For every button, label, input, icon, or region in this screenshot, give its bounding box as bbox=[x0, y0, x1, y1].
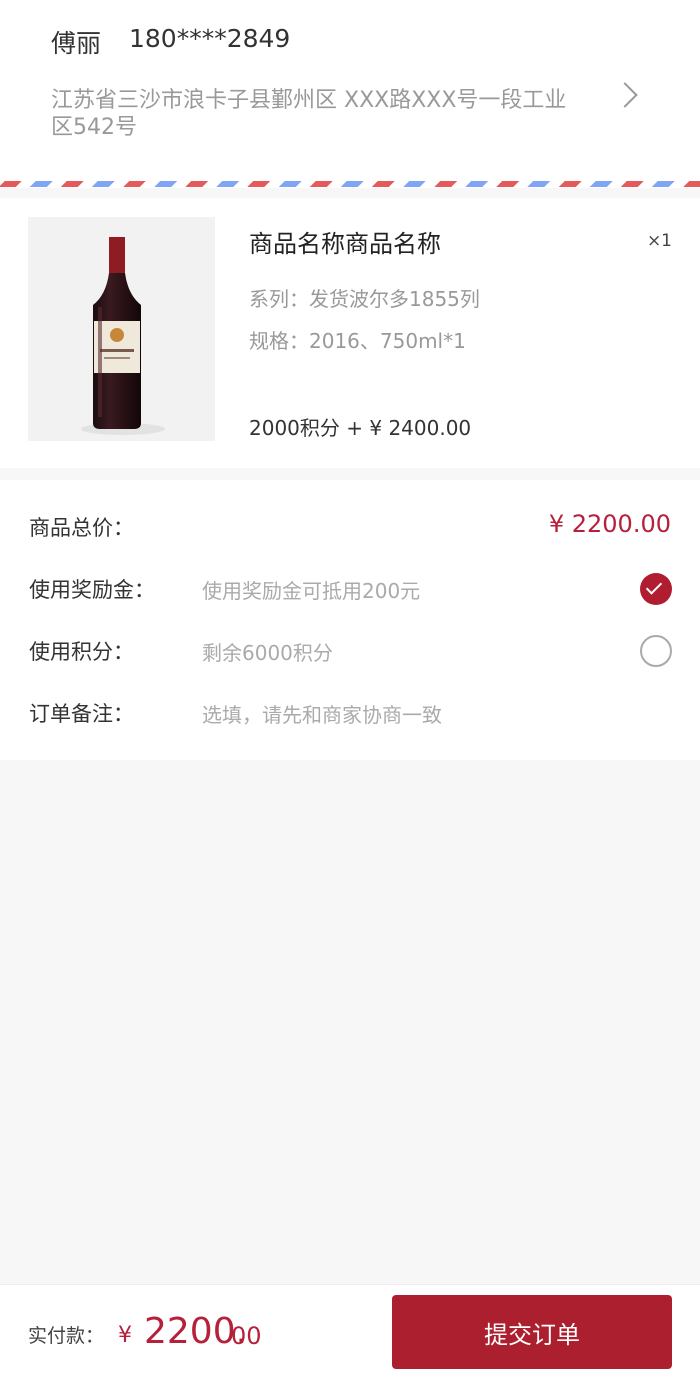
pay-currency: ¥ bbox=[118, 1323, 132, 1348]
points-checkbox[interactable] bbox=[640, 635, 672, 667]
product-name: 商品名称商品名称 bbox=[249, 230, 441, 258]
address-card[interactable]: 傅丽 180****2849 江苏省三沙市浪卡子县鄞州区 XXX路XXX号一段工… bbox=[0, 0, 700, 188]
address-detail: 江苏省三沙市浪卡子县鄞州区 XXX路XXX号一段工业区542号 bbox=[51, 88, 567, 140]
product-image bbox=[28, 217, 215, 441]
note-label: 订单备注： bbox=[29, 702, 134, 726]
total-price-label: 商品总价： bbox=[29, 516, 134, 540]
product-price: 2000积分 + ¥ 2400.00 bbox=[249, 416, 472, 440]
note-row: 订单备注： 选填，请先和商家协商一致 bbox=[0, 686, 700, 738]
checkout-bar: 实付款： ¥ 2200. 00 提交订单 bbox=[0, 1284, 700, 1378]
total-price-row: 商品总价： ¥ 2200.00 bbox=[0, 500, 700, 552]
wine-bottle-icon bbox=[81, 237, 165, 435]
check-icon bbox=[645, 578, 663, 595]
bonus-value: 使用奖励金可抵用200元 bbox=[202, 579, 421, 603]
points-label: 使用积分： bbox=[29, 640, 134, 664]
total-price-value: ¥ 2200.00 bbox=[548, 510, 671, 538]
chevron-right-icon[interactable] bbox=[612, 82, 638, 108]
recipient-phone: 180****2849 bbox=[129, 24, 291, 53]
pay-label: 实付款： bbox=[28, 1325, 105, 1347]
recipient-name: 傅丽 bbox=[51, 29, 102, 58]
pay-amount-dec: 00 bbox=[231, 1322, 262, 1350]
product-spec: 规格：2016、750ml*1 bbox=[249, 329, 466, 353]
product-quantity: ×1 bbox=[646, 231, 672, 251]
note-input[interactable]: 选填，请先和商家协商一致 bbox=[202, 699, 442, 728]
bonus-row: 使用奖励金： 使用奖励金可抵用200元 bbox=[0, 562, 700, 614]
points-row: 使用积分： 剩余6000积分 bbox=[0, 624, 700, 676]
bonus-checkbox[interactable] bbox=[640, 573, 672, 605]
submit-order-button[interactable]: 提交订单 bbox=[392, 1295, 672, 1369]
bonus-label: 使用奖励金： bbox=[29, 578, 155, 602]
points-value: 剩余6000积分 bbox=[202, 641, 333, 665]
order-details: 商品总价： ¥ 2200.00 使用奖励金： 使用奖励金可抵用200元 使用积分… bbox=[0, 480, 700, 760]
airmail-divider bbox=[0, 181, 700, 187]
product-card: 商品名称商品名称 ×1 系列：发货波尔多1855列 规格：2016、750ml*… bbox=[0, 198, 700, 468]
product-series: 系列：发货波尔多1855列 bbox=[249, 287, 480, 311]
